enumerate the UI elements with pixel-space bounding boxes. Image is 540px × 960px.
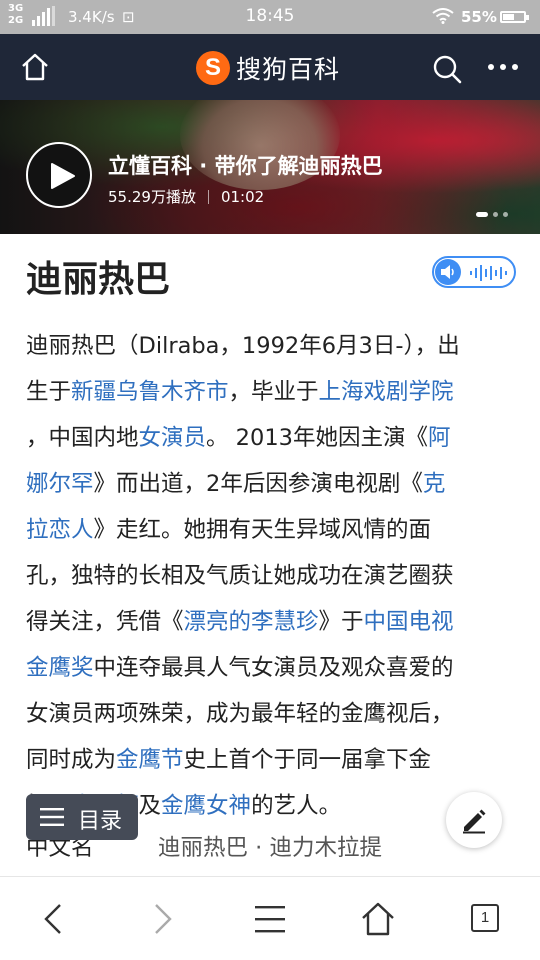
text-segment: 生于: [26, 379, 72, 405]
text-segment: 》走红。她拥有天生异域风情的面: [93, 517, 432, 543]
carousel-dot: [476, 212, 488, 217]
entity-link[interactable]: 女演员: [139, 425, 207, 451]
text-line: 娜尔罕》而出道，2年后因参演电视剧《克: [26, 461, 516, 507]
entity-link[interactable]: 阿: [428, 425, 451, 451]
text-line: 孔，独特的长相及气质让她成功在演艺圈获: [26, 553, 516, 599]
sogou-logo-mark: S: [196, 51, 230, 85]
text-segment: 及: [138, 793, 162, 819]
text-segment: 的艺人。: [251, 793, 342, 819]
video-banner[interactable]: 立懂百科 · 带你了解迪丽热巴 55.29万播放 01:02: [0, 100, 540, 234]
speaker-icon: [441, 265, 454, 279]
text-segment: 得关注，凭借《: [26, 609, 184, 635]
forward-icon[interactable]: [144, 901, 180, 937]
text-line: ，中国内地女演员。 2013年她因主演《阿: [26, 415, 516, 461]
text-line: 金鹰奖中连夺最具人气女演员及观众喜爱的: [26, 645, 516, 691]
page-title: 迪丽热巴: [26, 259, 171, 300]
search-icon[interactable]: [432, 54, 462, 84]
status-bar: 3G 2G 3.4K/s ⊡ 18:45 55%: [0, 0, 540, 34]
edit-button[interactable]: [446, 792, 502, 848]
text-segment: 史上首个于同一届拿下金: [183, 747, 432, 773]
tabs-button[interactable]: 1: [468, 901, 504, 937]
clock: 18:45: [245, 6, 295, 26]
more-icon[interactable]: [487, 62, 519, 72]
back-icon[interactable]: [36, 901, 72, 937]
text-line: 生于新疆乌鲁木齐市，毕业于上海戏剧学院: [26, 369, 516, 415]
entity-link[interactable]: 漂亮的李慧珍: [184, 609, 319, 635]
text-segment: 女演员两项殊荣，成为最年轻的金鹰视后，: [26, 701, 454, 727]
text-segment: 同时成为: [26, 747, 117, 773]
article-summary: 迪丽热巴（Dilraba，1992年6月3日-），出 生于新疆乌鲁木齐市，毕业于上…: [26, 323, 516, 829]
entity-link[interactable]: 上海戏剧学院: [319, 379, 454, 405]
entity-link[interactable]: 拉恋人: [26, 517, 94, 543]
logo-text: 搜狗百科: [236, 55, 341, 84]
text-line: 女演员两项殊荣，成为最年轻的金鹰视后，: [26, 691, 516, 737]
text-line: 得关注，凭借《漂亮的李慧珍》于中国电视: [26, 599, 516, 645]
audio-read-button[interactable]: [432, 256, 516, 288]
battery-percent: 55%: [461, 8, 497, 26]
table-of-contents-button[interactable]: 目录: [26, 794, 138, 840]
toc-label: 目录: [78, 809, 123, 834]
video-views: 55.29万播放: [108, 188, 196, 206]
entity-link[interactable]: 克: [423, 471, 446, 497]
play-button[interactable]: [26, 142, 92, 208]
app-header: S 搜狗百科: [0, 34, 540, 100]
carousel-dot: [503, 212, 508, 217]
info-value: 迪丽热巴 · 迪力木拉提: [158, 835, 382, 861]
home-nav-icon[interactable]: [360, 901, 396, 937]
text-segment: 。 2013年她因主演《: [206, 425, 428, 451]
carousel-indicator: [476, 212, 508, 217]
entity-link[interactable]: 金鹰节: [116, 747, 184, 773]
bottom-nav: 1: [0, 876, 540, 960]
tabs-count: 1: [471, 904, 499, 932]
play-icon: [51, 163, 75, 189]
entity-link[interactable]: 新疆乌鲁木齐市: [71, 379, 229, 405]
carousel-dot: [493, 212, 498, 217]
battery-icon: [500, 11, 529, 23]
video-meta: 55.29万播放 01:02: [108, 186, 264, 207]
text-line: 迪丽热巴（Dilraba，1992年6月3日-），出: [26, 323, 516, 369]
text-segment: 孔，独特的长相及气质让她成功在演艺圈获: [26, 563, 454, 589]
text-line: 拉恋人》走红。她拥有天生异域风情的面: [26, 507, 516, 553]
entity-link[interactable]: 金鹰奖: [26, 655, 94, 681]
text-segment: ，毕业于: [228, 379, 319, 405]
text-segment: 》于: [318, 609, 364, 635]
wifi-icon: [432, 8, 454, 24]
sogou-baike-logo[interactable]: S 搜狗百科: [196, 50, 340, 86]
menu-icon[interactable]: [252, 901, 288, 937]
menu-list-icon: [40, 808, 64, 826]
text-line: 同时成为金鹰节史上首个于同一届拿下金: [26, 737, 516, 783]
entity-link[interactable]: 娜尔罕: [26, 471, 94, 497]
pencil-icon: [463, 809, 486, 834]
text-segment: 中连夺最具人气女演员及观众喜爱的: [93, 655, 454, 681]
battery-fill: [503, 14, 514, 20]
text-segment: 迪丽热巴（Dilraba，1992年6月3日-），出: [26, 333, 460, 359]
entity-link[interactable]: 中国电视: [364, 609, 454, 635]
video-title: 立懂百科 · 带你了解迪丽热巴: [108, 154, 383, 178]
audio-wave-icon: [470, 265, 507, 281]
text-segment: 》而出道，2年后因参演电视剧《: [93, 471, 423, 497]
home-icon[interactable]: [20, 52, 50, 82]
entity-link[interactable]: 金鹰女神: [161, 793, 251, 819]
video-duration: 01:02: [220, 188, 265, 206]
text-segment: ，中国内地: [26, 425, 139, 451]
